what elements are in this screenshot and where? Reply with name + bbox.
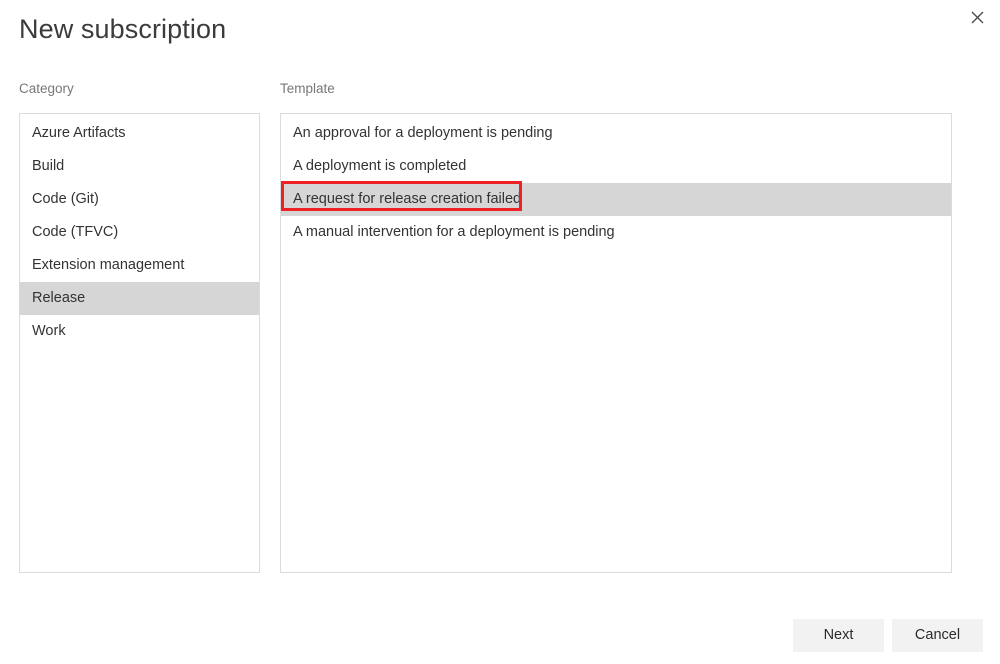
template-list-panel: An approval for a deployment is pendingA…: [280, 113, 952, 573]
category-list: Azure ArtifactsBuildCode (Git)Code (TFVC…: [20, 114, 259, 348]
category-list-panel: Azure ArtifactsBuildCode (Git)Code (TFVC…: [19, 113, 260, 573]
category-item-code-git[interactable]: Code (Git): [20, 183, 259, 216]
category-item-azure-artifacts[interactable]: Azure Artifacts: [20, 117, 259, 150]
page-title: New subscription: [19, 14, 226, 45]
category-column-label: Category: [19, 81, 74, 96]
new-subscription-dialog: New subscription Category Template Azure…: [0, 0, 1000, 664]
template-column-label: Template: [280, 81, 335, 96]
close-icon[interactable]: [960, 2, 994, 32]
category-item-work[interactable]: Work: [20, 315, 259, 348]
next-button[interactable]: Next: [793, 619, 884, 652]
category-item-code-tfvc[interactable]: Code (TFVC): [20, 216, 259, 249]
template-item-a-request-for-release-creation-failed[interactable]: A request for release creation failed: [281, 183, 951, 216]
category-item-build[interactable]: Build: [20, 150, 259, 183]
dialog-footer: Next Cancel: [0, 619, 1000, 664]
close-icon-glyph: [971, 11, 984, 24]
cancel-button[interactable]: Cancel: [892, 619, 983, 652]
template-item-an-approval-for-a-deployment-is-pending[interactable]: An approval for a deployment is pending: [281, 117, 951, 150]
category-item-extension-management[interactable]: Extension management: [20, 249, 259, 282]
template-item-a-deployment-is-completed[interactable]: A deployment is completed: [281, 150, 951, 183]
template-item-a-manual-intervention-for-a-deployment-is-pending[interactable]: A manual intervention for a deployment i…: [281, 216, 951, 249]
template-list: An approval for a deployment is pendingA…: [281, 114, 951, 249]
category-item-release[interactable]: Release: [20, 282, 259, 315]
